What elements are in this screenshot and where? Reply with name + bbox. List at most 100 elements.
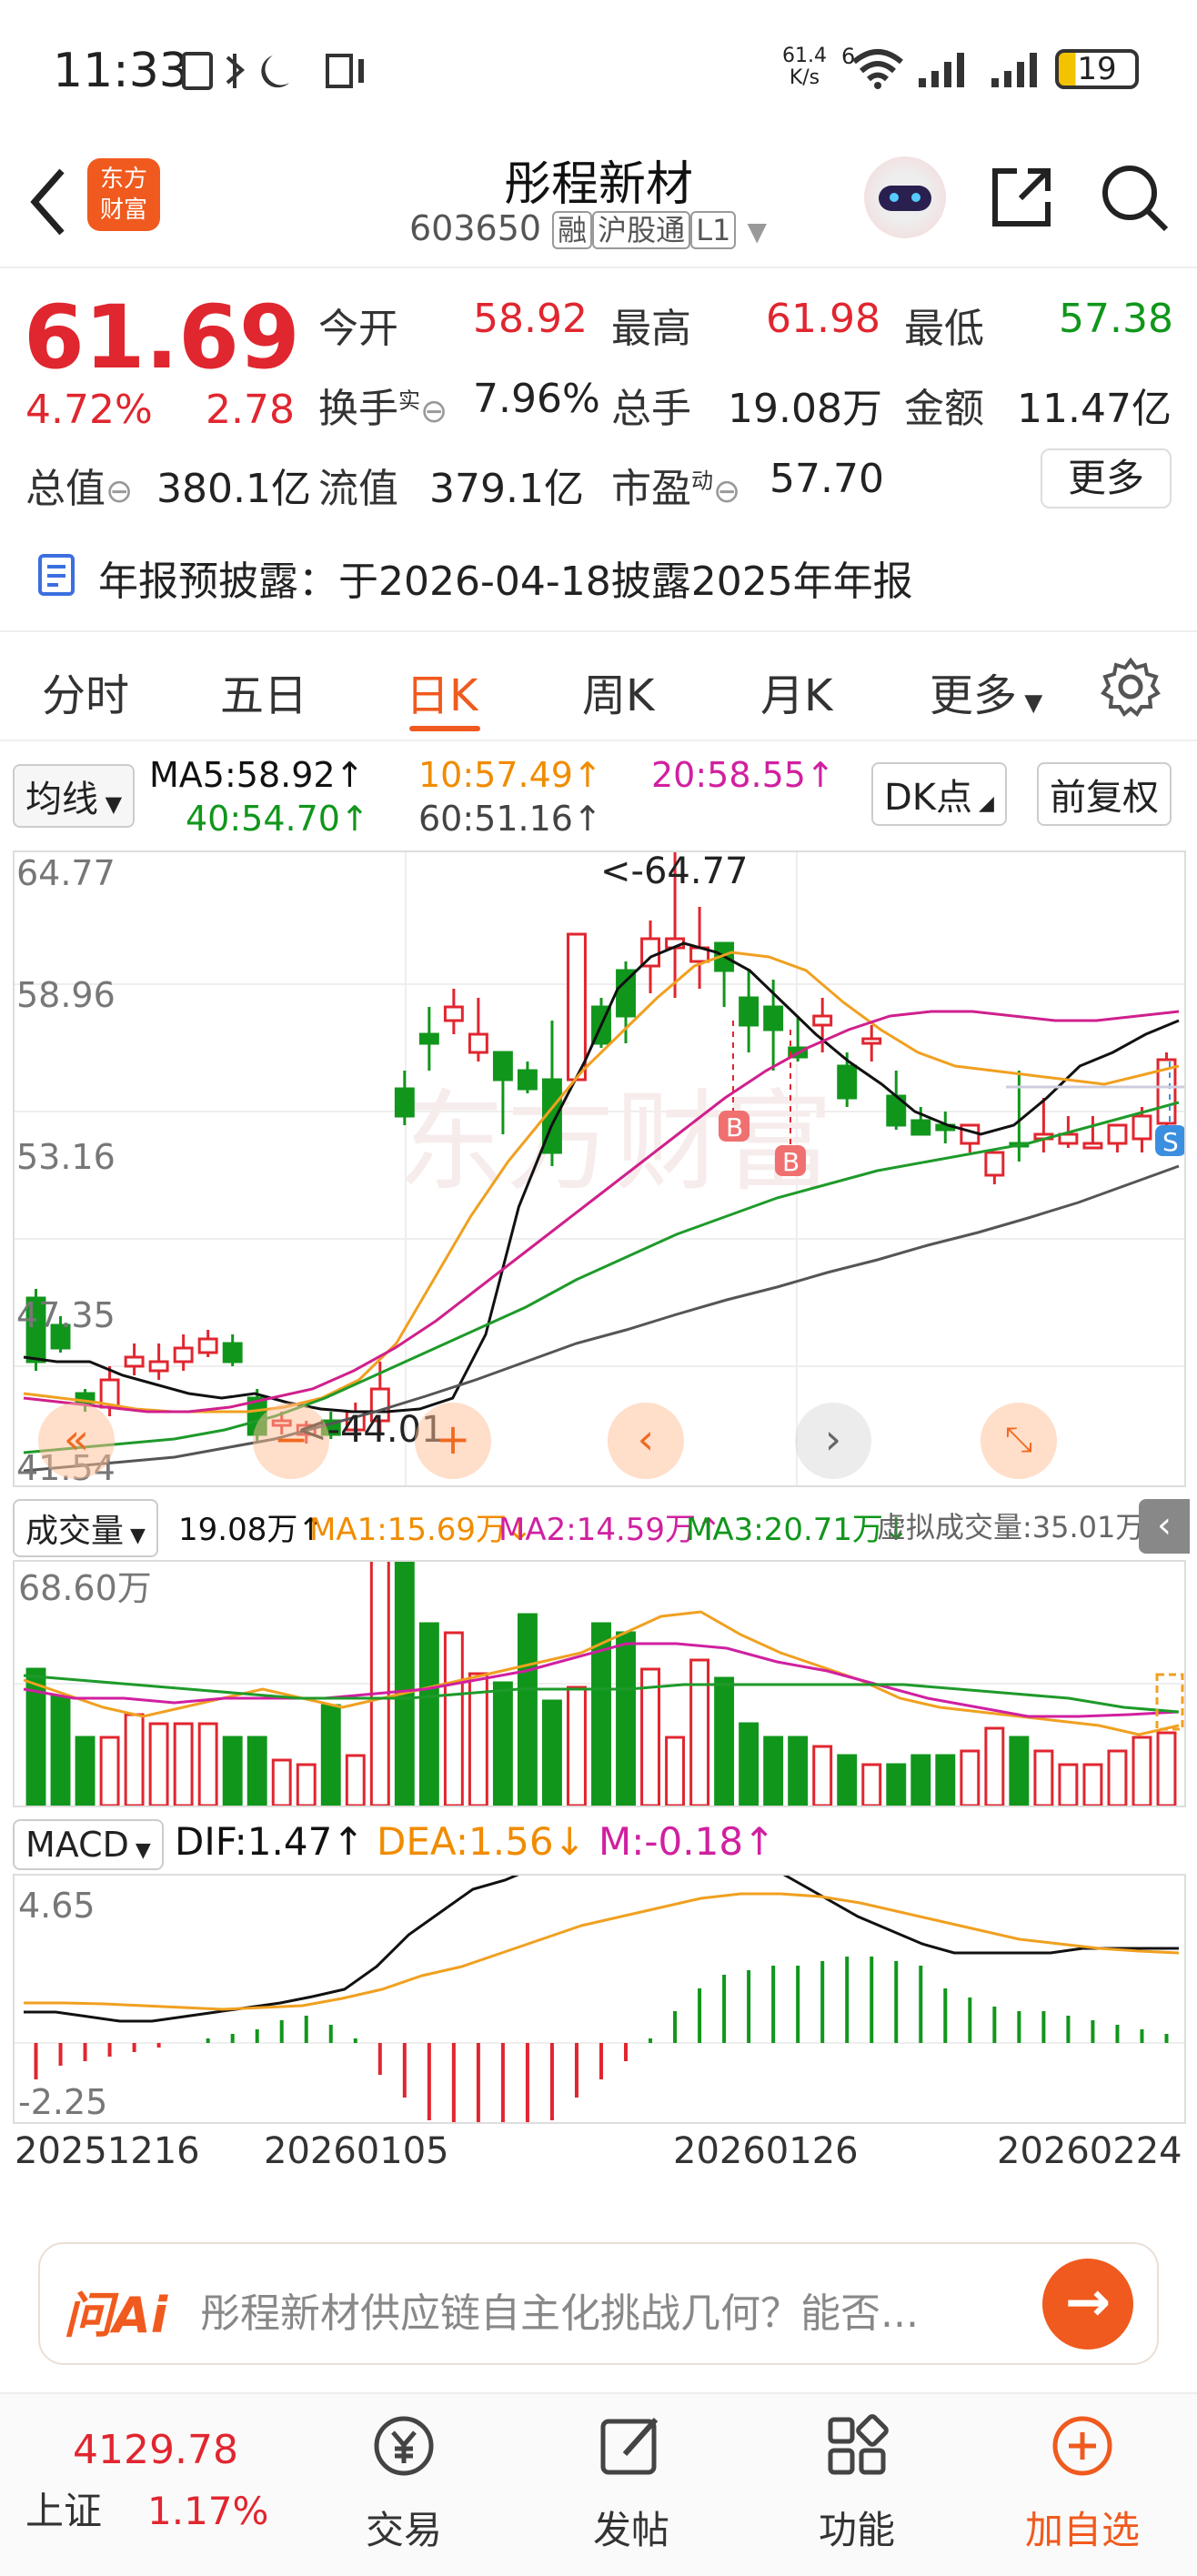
volume-bar bbox=[1009, 1736, 1030, 1807]
dk-point-button[interactable]: DK点 ◢ bbox=[871, 762, 1007, 826]
collapse-panel-icon[interactable]: ‹ bbox=[1139, 1499, 1190, 1554]
volume-bar bbox=[124, 1713, 145, 1807]
macd-svg: 4.65 -2.25 bbox=[15, 1833, 1184, 2134]
kline-candle bbox=[616, 969, 636, 1018]
volume-bar bbox=[640, 1667, 660, 1807]
share-icon[interactable] bbox=[990, 164, 1055, 229]
date-label: 20260105 bbox=[264, 2130, 449, 2172]
status-bar: 11:33 61.4 K/s 6 19 bbox=[0, 0, 1197, 146]
scroll-right-icon[interactable]: › bbox=[795, 1403, 871, 1479]
scroll-left-icon[interactable]: ‹ bbox=[608, 1403, 684, 1479]
open-value: 58.92 bbox=[473, 296, 588, 342]
volume-chart[interactable]: 68.60万 bbox=[13, 1540, 1186, 1807]
notice-bar[interactable]: 年报预披露：于2026-04-18披露2025年年报 bbox=[0, 514, 1197, 632]
kline-candle bbox=[984, 1151, 1005, 1177]
max-label: <-64.77 bbox=[600, 852, 748, 892]
macd-selector[interactable]: MACD ▼ bbox=[13, 1819, 164, 1870]
volume-bar bbox=[1107, 1749, 1128, 1807]
high-label: 最高 bbox=[611, 306, 691, 352]
macd-dea: DEA:1.56↓ bbox=[377, 1819, 586, 1864]
volume-bar bbox=[345, 1754, 366, 1807]
kline-candle bbox=[1107, 1123, 1128, 1145]
volume-bar bbox=[567, 1685, 587, 1807]
kline-candle bbox=[1082, 1142, 1103, 1150]
notice-text: 年报预披露：于2026-04-18披露2025年年报 bbox=[98, 558, 913, 605]
mktcap-label: 总值⊖ bbox=[25, 466, 134, 512]
signal-icon-2 bbox=[991, 53, 1037, 87]
ma60-value: 60:51.16↑ bbox=[418, 799, 602, 839]
kline-candle bbox=[197, 1337, 218, 1354]
volume-bar bbox=[1082, 1763, 1103, 1807]
index-ticker[interactable]: 4129.78 上证 1.17% bbox=[25, 2427, 268, 2536]
volume-bar bbox=[492, 1681, 513, 1807]
high-value: 61.98 bbox=[766, 296, 880, 342]
fullscreen-icon[interactable]: ⤡ bbox=[981, 1403, 1057, 1479]
kline-candle bbox=[394, 1087, 415, 1118]
mktcap-value: 380.1亿 bbox=[156, 466, 311, 512]
scroll-left-fast-icon[interactable]: « bbox=[38, 1403, 115, 1479]
tag-margin: 融 bbox=[552, 211, 593, 249]
nav-post[interactable]: 发帖 bbox=[558, 2412, 704, 2555]
ai-question-text[interactable]: 彤程新材供应链自主化挑战几何？能否... bbox=[200, 2280, 919, 2339]
open-label: 今开 bbox=[318, 306, 398, 352]
adjust-button[interactable]: 前复权 bbox=[1037, 762, 1172, 826]
kline-chart[interactable]: 东方财富 64.77 58.96 53.16 47.35 41.54 <-64.… bbox=[13, 850, 1186, 1488]
zoom-out-icon[interactable]: − bbox=[253, 1403, 329, 1479]
kline-candle bbox=[910, 1119, 931, 1136]
volume-bar bbox=[320, 1704, 341, 1807]
nav-add-watchlist[interactable]: 加自选 bbox=[1010, 2412, 1155, 2555]
ai-ask-box[interactable]: 问Ai 彤程新材供应链自主化挑战几何？能否... → bbox=[38, 2242, 1159, 2365]
low-label: 最低 bbox=[904, 306, 984, 352]
ai-send-arrow-icon[interactable]: → bbox=[1042, 2259, 1133, 2350]
tag-level: L1 bbox=[690, 211, 737, 249]
ma10-value: 10:57.49↑ bbox=[418, 755, 602, 795]
volume-bar bbox=[714, 1676, 735, 1807]
date-label: 20260126 bbox=[673, 2130, 859, 2172]
y-label: 53.16 bbox=[16, 1137, 116, 1177]
volume-bar bbox=[788, 1736, 809, 1807]
index-name: 上证 bbox=[25, 2489, 103, 2533]
zoom-in-icon[interactable]: + bbox=[415, 1403, 491, 1479]
assistant-avatar-icon[interactable] bbox=[864, 156, 946, 238]
volume-bar bbox=[542, 1699, 562, 1807]
nav-functions[interactable]: 功能 bbox=[784, 2412, 930, 2555]
volume-bar bbox=[886, 1763, 907, 1807]
volume-bar bbox=[443, 1631, 464, 1807]
indicator-selector[interactable]: 均线 ▼ bbox=[13, 764, 136, 828]
tab-five-day[interactable]: 五日 bbox=[220, 659, 307, 723]
settings-gear-icon[interactable] bbox=[1101, 657, 1161, 717]
macd-chart[interactable]: 4.65 -2.25 bbox=[13, 1833, 1186, 2134]
kline-candle bbox=[1058, 1132, 1079, 1145]
volume-selector[interactable]: 成交量 ▼ bbox=[13, 1499, 158, 1557]
kline-candle bbox=[124, 1355, 145, 1368]
stock-header: 东方 财富 彤程新材 603650 融沪股通 L1 ▼ bbox=[0, 146, 1197, 268]
tab-weekly-k[interactable]: 周K bbox=[582, 659, 654, 723]
volume-bar bbox=[296, 1763, 317, 1807]
nav-trade[interactable]: 交易 bbox=[331, 2412, 477, 2555]
search-icon[interactable] bbox=[1099, 162, 1172, 235]
functions-grid-icon bbox=[828, 2414, 889, 2475]
kline-candle bbox=[443, 1005, 464, 1022]
volume-bar bbox=[271, 1758, 292, 1807]
chart-tabs: 分时 五日 日K 周K 月K 更多 ▼ bbox=[0, 637, 1197, 741]
kline-candle bbox=[763, 1005, 784, 1031]
volume-bar bbox=[689, 1658, 710, 1807]
signal-icon-1 bbox=[919, 53, 964, 87]
tab-more[interactable]: 更多 ▼ bbox=[930, 659, 1042, 723]
battery-icon: 19 bbox=[1055, 49, 1139, 89]
volume-bar bbox=[148, 1722, 169, 1807]
volume-top-label: 68.60万 bbox=[18, 1568, 152, 1608]
tab-monthly-k[interactable]: 月K bbox=[760, 659, 832, 723]
more-button[interactable]: 更多 bbox=[1041, 448, 1172, 508]
y-label: 58.96 bbox=[16, 975, 116, 1015]
tab-intraday[interactable]: 分时 bbox=[42, 659, 129, 723]
volume-bar bbox=[616, 1631, 636, 1807]
volume-bar bbox=[1156, 1731, 1177, 1807]
ma-legend: 均线 ▼ MA5:58.92↑ 10:57.49↑ 20:58.55↑ 40:5… bbox=[0, 746, 1197, 846]
change-pct: 4.72% bbox=[25, 387, 153, 433]
kline-svg: 东方财富 64.77 58.96 53.16 47.35 41.54 <-64.… bbox=[15, 850, 1186, 1488]
tab-daily-k[interactable]: 日K bbox=[406, 659, 478, 723]
kline-candle bbox=[148, 1360, 169, 1373]
volume-bar bbox=[173, 1722, 194, 1807]
tag-connect: 沪股通 bbox=[592, 211, 691, 249]
